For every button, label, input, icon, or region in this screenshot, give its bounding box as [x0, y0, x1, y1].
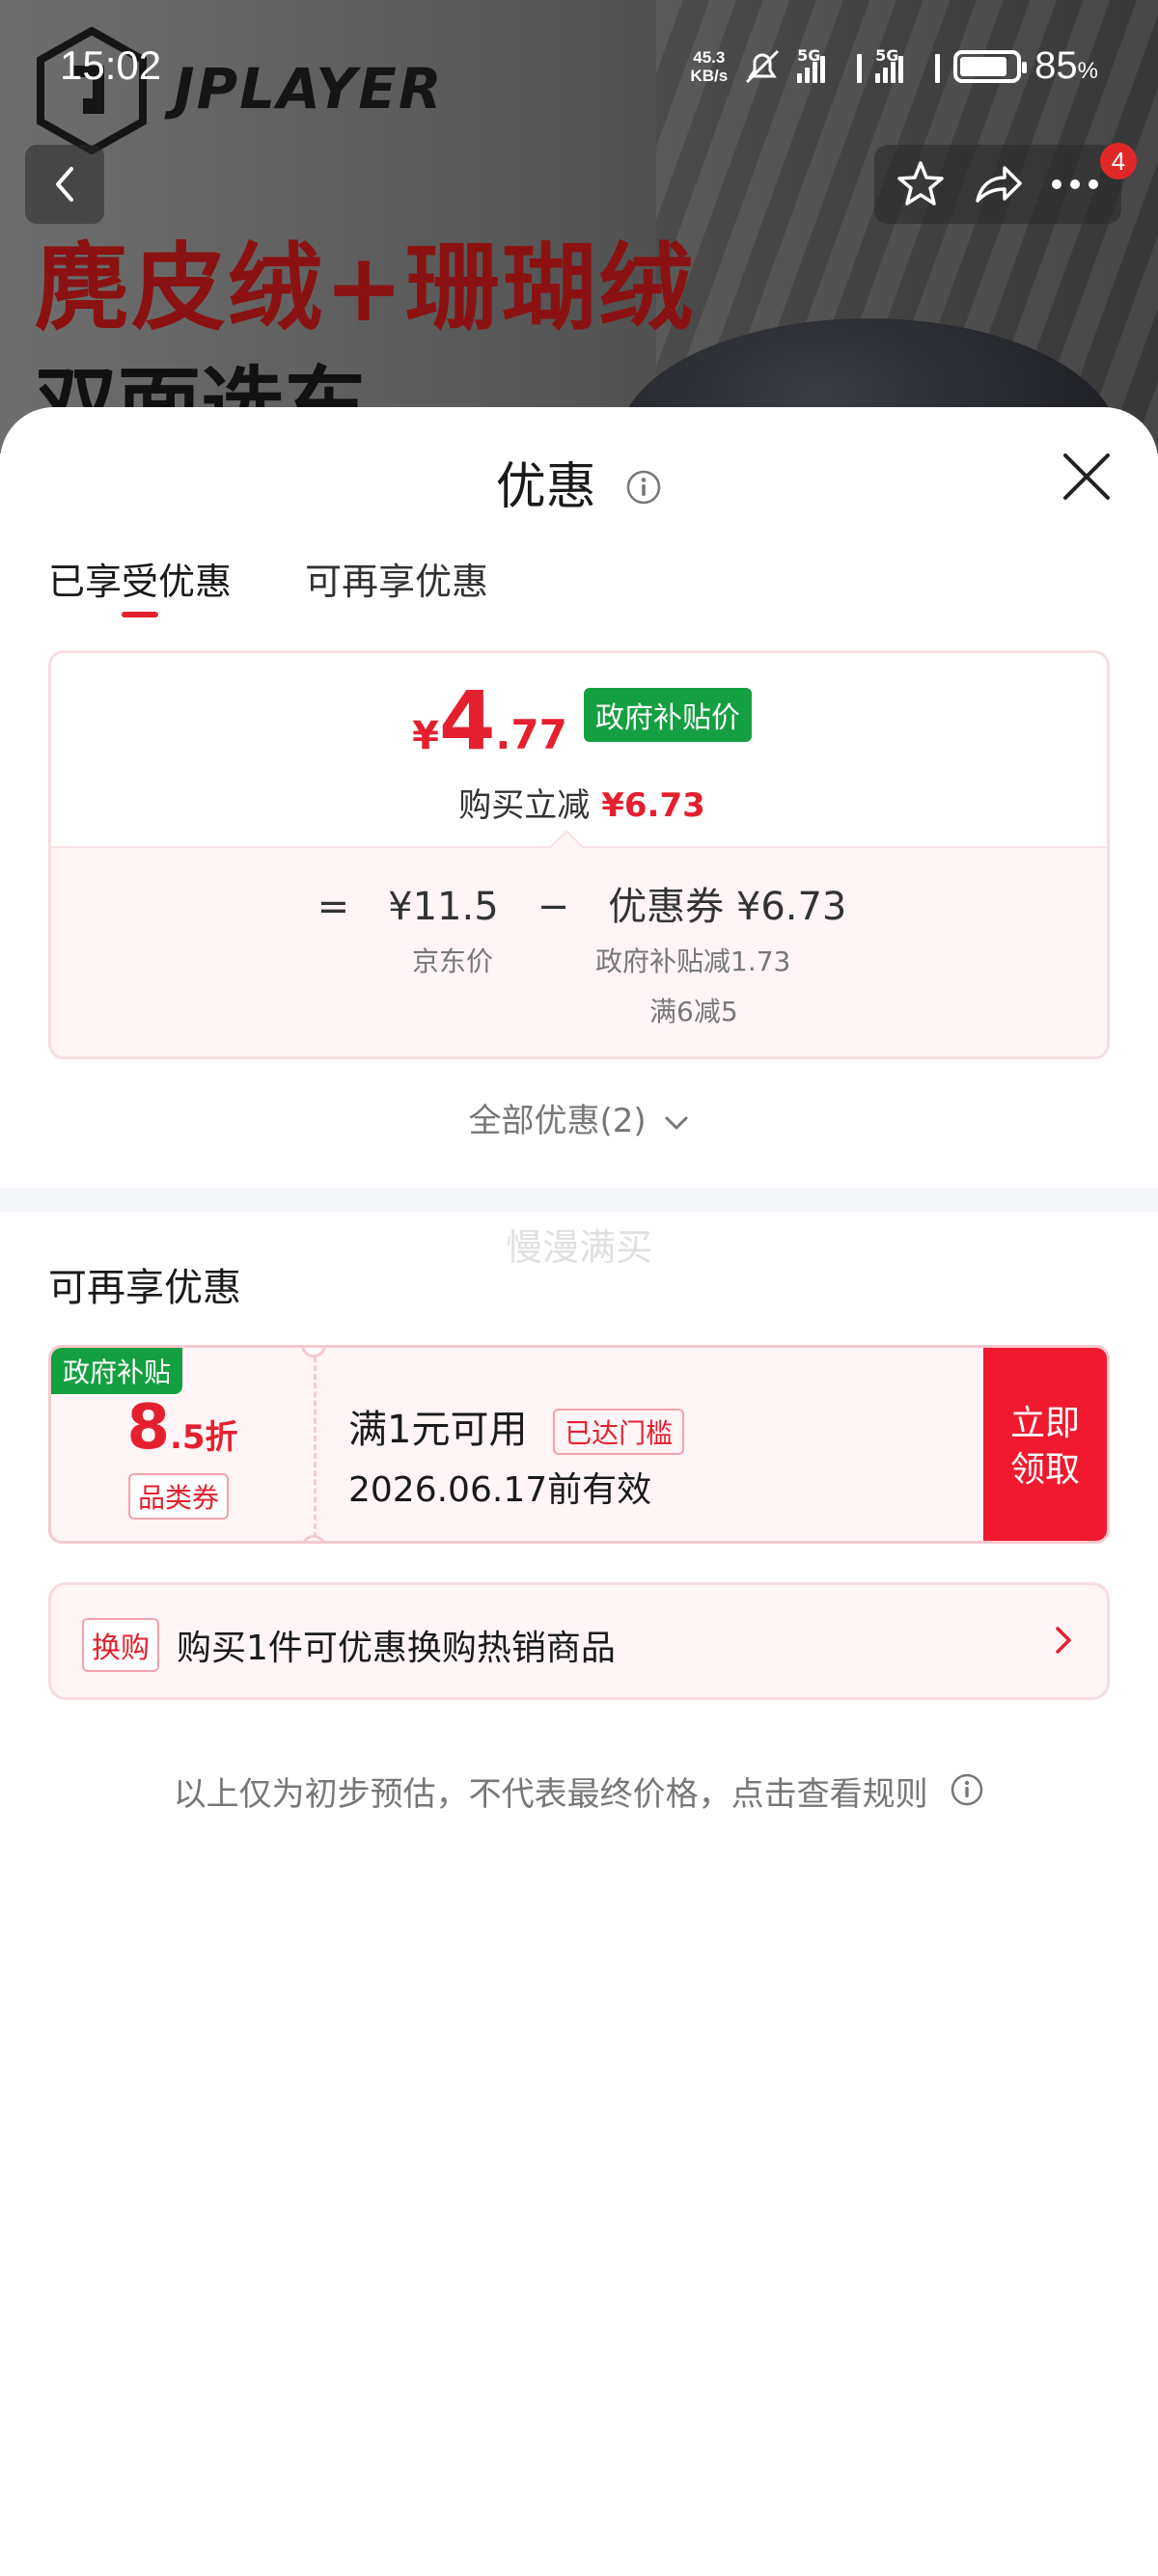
share-arrow-icon [976, 166, 1022, 203]
network-speed: 45.3 KB/s [690, 47, 729, 85]
coupon-condition: 满1元可用 已达门槛 [348, 1398, 685, 1455]
coupon-total: 优惠券 ¥6.73 [608, 885, 847, 929]
exchange-text: 购买1件可优惠换购热销商品 [177, 1629, 616, 1668]
info-icon[interactable] [625, 469, 662, 506]
tab-enjoyed-offers[interactable]: 已享受优惠 [48, 552, 232, 619]
equals-sign: = [317, 885, 350, 929]
promo-headline: 麂皮绒+珊瑚绒 [35, 233, 696, 343]
more-button[interactable] [1041, 151, 1109, 218]
category-coupon-tag: 品类券 [128, 1473, 230, 1520]
back-button[interactable] [25, 145, 104, 224]
price-formula-area: = ¥11.5 − 优惠券 ¥6.73 京东价 政府补贴减1.73 满6减5 [51, 846, 1107, 1056]
close-icon[interactable] [1060, 450, 1114, 504]
more-dots-icon [1052, 179, 1098, 189]
disclaimer[interactable]: 以上仅为初步预估，不代表最终价格，点击查看规则 [0, 1768, 1158, 1816]
exchange-offer-row[interactable]: 换购 购买1件可优惠换购热销商品 [48, 1582, 1110, 1700]
section-divider [0, 1189, 1158, 1212]
share-button[interactable] [964, 151, 1032, 218]
page-actions [874, 145, 1121, 224]
silent-bell-icon [746, 49, 780, 83]
exchange-tag: 换购 [82, 1618, 159, 1672]
status-icons: 45.3 KB/s 5G 5G 85% [690, 44, 1098, 88]
final-price: ¥4.77 政府补贴价 [51, 680, 1107, 761]
chevron-left-icon [56, 167, 73, 202]
jd-price: ¥11.5 [388, 885, 499, 929]
final-price-area: ¥4.77 政府补贴价 购买立减 ¥6.73 [51, 653, 1107, 848]
coupon-detail-subsidy: 政府补贴减1.73 [595, 945, 791, 977]
instant-saving: 购买立减 ¥6.73 [458, 786, 705, 825]
star-icon [897, 161, 944, 206]
price-breakdown-card: ¥4.77 政府补贴价 购买立减 ¥6.73 = ¥11.5 − 优惠券 ¥6.7… [48, 650, 1110, 1059]
gov-subsidy-tag: 政府补贴 [51, 1348, 183, 1394]
coupon-separator [314, 1348, 317, 1541]
coupon-card: 8.5折 品类券 政府补贴 满1元可用 已达门槛 2026.06.17前有效 立… [48, 1345, 1110, 1544]
jd-price-label: 京东价 [412, 945, 494, 977]
rules-info-icon[interactable] [950, 1772, 984, 1816]
signal-5g-1-icon: 5G [797, 46, 863, 83]
gov-subsidy-price-tag: 政府补贴价 [583, 688, 752, 742]
threshold-reached-tag: 已达门槛 [553, 1409, 685, 1455]
coupon-discount: 8.5折 [126, 1392, 238, 1464]
favorite-button[interactable] [887, 151, 954, 218]
all-offers-toggle[interactable]: 全部优惠(2) [0, 1094, 1158, 1141]
sheet-title: 优惠 [0, 446, 1158, 518]
coupon-validity: 2026.06.17前有效 [348, 1470, 652, 1510]
minus-sign: − [537, 885, 570, 929]
chevron-down-icon [665, 1116, 688, 1129]
more-offers-title: 可再享优惠 [48, 1266, 241, 1310]
offers-sheet: 优惠 已享受优惠 可再享优惠 ¥4.77 政府补贴价 购买立减 ¥6.73 = … [0, 407, 1158, 2576]
status-bar: 15:02 45.3 KB/s 5G 5G 85% [0, 0, 1158, 135]
offer-tabs: 已享受优惠 可再享优惠 [48, 552, 488, 619]
tab-more-offers[interactable]: 可再享优惠 [305, 552, 488, 619]
status-time: 15:02 [60, 42, 162, 88]
signal-5g-2-icon: 5G [875, 46, 941, 83]
battery-icon [953, 49, 1028, 83]
coupon-detail-threshold: 满6减5 [649, 996, 738, 1028]
more-badge: 4 [1100, 143, 1137, 179]
price-formula: = ¥11.5 − 优惠券 ¥6.73 [51, 875, 1107, 931]
claim-coupon-button[interactable]: 立即 领取 [983, 1348, 1107, 1541]
chevron-right-icon [1056, 1627, 1071, 1654]
battery-percent: 85% [1034, 44, 1098, 87]
